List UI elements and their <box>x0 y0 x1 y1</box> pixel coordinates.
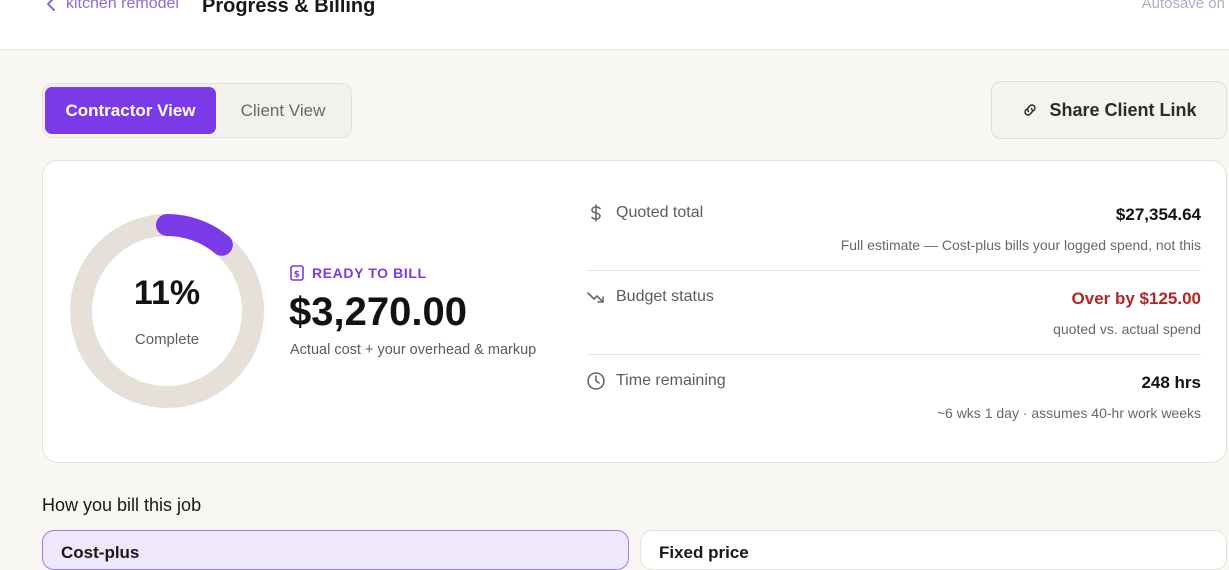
billing-option-title: Cost-plus <box>61 543 140 562</box>
billing-option-fixed-price[interactable]: Fixed price <box>640 530 1227 570</box>
back-link-label: kitchen remodel <box>66 0 179 12</box>
progress-percent: 11% <box>133 274 201 312</box>
metric-value: Over by $125.00 <box>1071 289 1201 308</box>
chevron-left-icon <box>47 0 55 11</box>
metric-quoted-total: Quoted total $27,354.64 Full estimate — … <box>586 187 1201 271</box>
billing-option-title: Fixed price <box>659 543 749 562</box>
dollar-icon <box>591 204 601 222</box>
contractor-view-tab[interactable]: Contractor View <box>45 87 216 134</box>
ready-to-bill-label: $ READY TO BILL <box>290 265 427 281</box>
metric-subtext: Full estimate — Cost-plus bills your log… <box>840 237 1201 253</box>
ready-to-bill-subtext: Actual cost + your overhead & markup <box>290 342 537 358</box>
metric-subtext: quoted vs. actual spend <box>1053 321 1201 337</box>
billing-option-cost-plus[interactable]: Cost-plus <box>42 530 629 570</box>
progress-summary-card: 11% Complete $ READY TO BILL $3,270.00 A… <box>42 160 1227 463</box>
share-client-link-label: Share Client Link <box>1049 99 1197 120</box>
metric-label: Quoted total <box>586 203 703 223</box>
top-bar: kitchen remodel Progress & Billing Autos… <box>0 0 1229 50</box>
metric-budget-status: Budget status Over by $125.00 quoted vs.… <box>586 271 1201 355</box>
metric-label: Budget status <box>586 287 714 307</box>
ready-to-bill-text: READY TO BILL <box>312 265 427 281</box>
share-client-link-button[interactable]: Share Client Link <box>991 81 1227 139</box>
metric-label-text: Time remaining <box>616 372 726 389</box>
billing-method-heading: How you bill this job <box>42 495 202 515</box>
trend-down-icon <box>587 292 604 303</box>
progress-complete-label: Complete <box>134 331 200 348</box>
metric-value: 248 hrs <box>1141 373 1201 392</box>
svg-text:$: $ <box>294 270 301 280</box>
metric-time-remaining: Time remaining 248 hrs ~6 wks 1 day · as… <box>586 355 1201 439</box>
view-toggle: Contractor View Client View <box>42 83 352 138</box>
clock-icon <box>587 372 605 390</box>
ready-to-bill-amount: $3,270.00 <box>289 290 467 334</box>
metric-value: $27,354.64 <box>1115 205 1201 224</box>
metric-label-text: Budget status <box>616 288 714 305</box>
back-link[interactable]: kitchen remodel <box>46 0 179 14</box>
link-icon <box>1024 104 1037 116</box>
client-view-tab[interactable]: Client View <box>223 87 343 134</box>
metric-label-text: Quoted total <box>616 204 704 221</box>
autosave-status: Autosave on <box>1141 0 1225 12</box>
invoice-icon: $ <box>290 265 304 281</box>
metric-subtext: ~6 wks 1 day · assumes 40-hr work weeks <box>936 405 1201 421</box>
metric-label: Time remaining <box>586 371 726 391</box>
page-title: Progress & Billing <box>202 0 376 17</box>
